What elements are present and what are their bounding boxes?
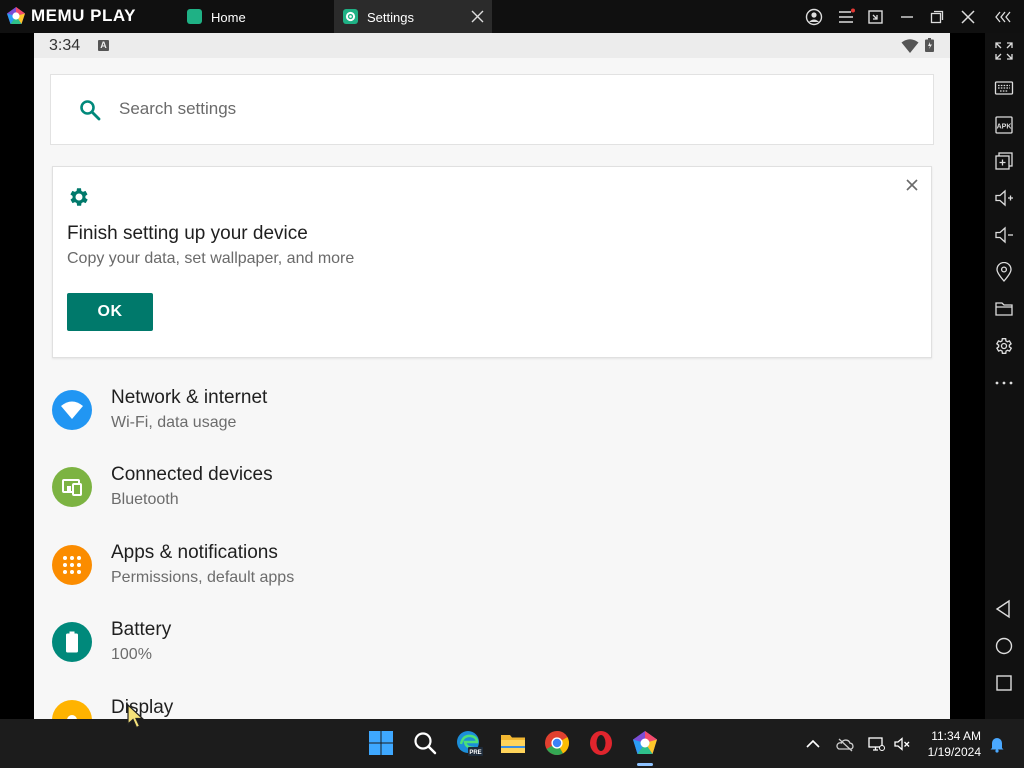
settings-item-apps[interactable]: Apps & notifications Permissions, defaul…	[34, 533, 950, 611]
settings-item-battery[interactable]: Battery 100%	[34, 610, 950, 688]
emulator-title-bar: MEMU PLAY Home Settings	[0, 0, 1024, 33]
volume-up-icon[interactable]	[994, 188, 1014, 208]
keyboard-icon[interactable]	[994, 78, 1014, 98]
close-icon[interactable]	[905, 178, 919, 192]
svg-text:PRE: PRE	[469, 750, 481, 756]
settings-item-title: Apps & notifications	[111, 542, 278, 563]
back-icon[interactable]	[994, 599, 1014, 619]
fullscreen-icon[interactable]	[994, 41, 1014, 61]
battery-status-icon	[925, 38, 934, 52]
search-bar[interactable]	[50, 74, 934, 145]
ok-button[interactable]: OK	[67, 293, 153, 331]
multi-instance-icon[interactable]	[994, 151, 1014, 171]
file-explorer-icon[interactable]	[499, 729, 527, 757]
volume-down-icon[interactable]	[994, 225, 1014, 245]
active-app-indicator	[637, 763, 653, 766]
chevron-up-icon[interactable]	[804, 735, 822, 753]
network-icon[interactable]	[867, 735, 885, 753]
wifi-status-icon	[901, 39, 919, 53]
display-icon	[52, 700, 92, 719]
search-icon[interactable]	[411, 729, 439, 757]
tab-label: Home	[211, 10, 246, 25]
brand-name: MEMU PLAY	[31, 6, 136, 25]
settings-app-icon	[343, 9, 358, 24]
location-icon[interactable]	[994, 262, 1014, 282]
wifi-icon	[52, 390, 92, 430]
chrome-icon[interactable]	[543, 729, 571, 757]
android-status-bar: 3:34 A	[34, 33, 950, 58]
settings-item-title: Connected devices	[111, 464, 273, 485]
settings-item-subtitle: 100%	[111, 646, 152, 663]
onedrive-icon[interactable]	[836, 735, 854, 753]
settings-item-subtitle: Permissions, default apps	[111, 569, 295, 586]
emulator-sidebar: APK	[985, 33, 1024, 719]
settings-icon[interactable]	[994, 336, 1014, 356]
windows-taskbar: PRE 11:34 AM 1/19/2024	[0, 719, 1024, 768]
android-screen: 3:34 A Finish setting up your device Cop…	[34, 33, 950, 719]
settings-item-display[interactable]: Display	[34, 688, 950, 719]
minimize-icon[interactable]	[898, 8, 916, 26]
setup-card-subtitle: Copy your data, set wallpaper, and more	[67, 250, 355, 267]
settings-item-title: Battery	[111, 619, 172, 640]
setup-card-title: Finish setting up your device	[67, 223, 308, 244]
restore-layout-icon[interactable]	[867, 8, 885, 26]
search-input[interactable]	[119, 99, 819, 119]
opera-icon[interactable]	[587, 729, 615, 757]
memu-taskbar-icon[interactable]	[631, 729, 659, 757]
settings-item-network[interactable]: Network & internet Wi-Fi, data usage	[34, 378, 950, 456]
memu-logo-icon	[7, 7, 25, 24]
maximize-icon[interactable]	[928, 8, 946, 26]
taskbar-date[interactable]: 1/19/2024	[920, 745, 981, 759]
close-tab-icon[interactable]	[471, 10, 484, 23]
home-icon[interactable]	[994, 636, 1014, 656]
collapse-sidebar-icon[interactable]	[994, 8, 1012, 26]
settings-item-subtitle: Wi-Fi, data usage	[111, 414, 237, 431]
apk-icon[interactable]: APK	[994, 115, 1014, 135]
volume-muted-icon[interactable]	[893, 735, 911, 753]
menu-icon[interactable]	[837, 8, 855, 26]
tab-home[interactable]: Home	[178, 0, 332, 33]
tab-label: Settings	[367, 10, 414, 25]
apps-icon	[52, 545, 92, 585]
close-window-icon[interactable]	[959, 8, 977, 26]
mouse-cursor-icon	[127, 704, 145, 729]
taskbar-time[interactable]: 11:34 AM	[924, 729, 981, 743]
devices-icon	[52, 467, 92, 507]
account-icon[interactable]	[805, 8, 823, 26]
more-icon[interactable]	[994, 373, 1014, 393]
home-app-icon	[187, 9, 202, 24]
notification-bell-icon[interactable]	[988, 735, 1006, 753]
edge-browser-icon[interactable]: PRE	[455, 729, 483, 757]
settings-item-subtitle: Bluetooth	[111, 491, 179, 508]
search-icon	[80, 100, 101, 121]
status-clock: 3:34	[49, 37, 81, 54]
settings-item-title: Network & internet	[111, 387, 268, 408]
setup-suggestion-card: Finish setting up your device Copy your …	[52, 166, 932, 358]
notification-icon: A	[98, 40, 109, 51]
tab-settings[interactable]: Settings	[334, 0, 492, 33]
svg-text:APK: APK	[997, 124, 1012, 131]
settings-item-connected-devices[interactable]: Connected devices Bluetooth	[34, 455, 950, 533]
gear-icon	[70, 188, 88, 206]
folder-icon[interactable]	[994, 299, 1014, 319]
windows-start-icon[interactable]	[367, 729, 395, 757]
recents-icon[interactable]	[994, 673, 1014, 693]
battery-icon	[52, 622, 92, 662]
